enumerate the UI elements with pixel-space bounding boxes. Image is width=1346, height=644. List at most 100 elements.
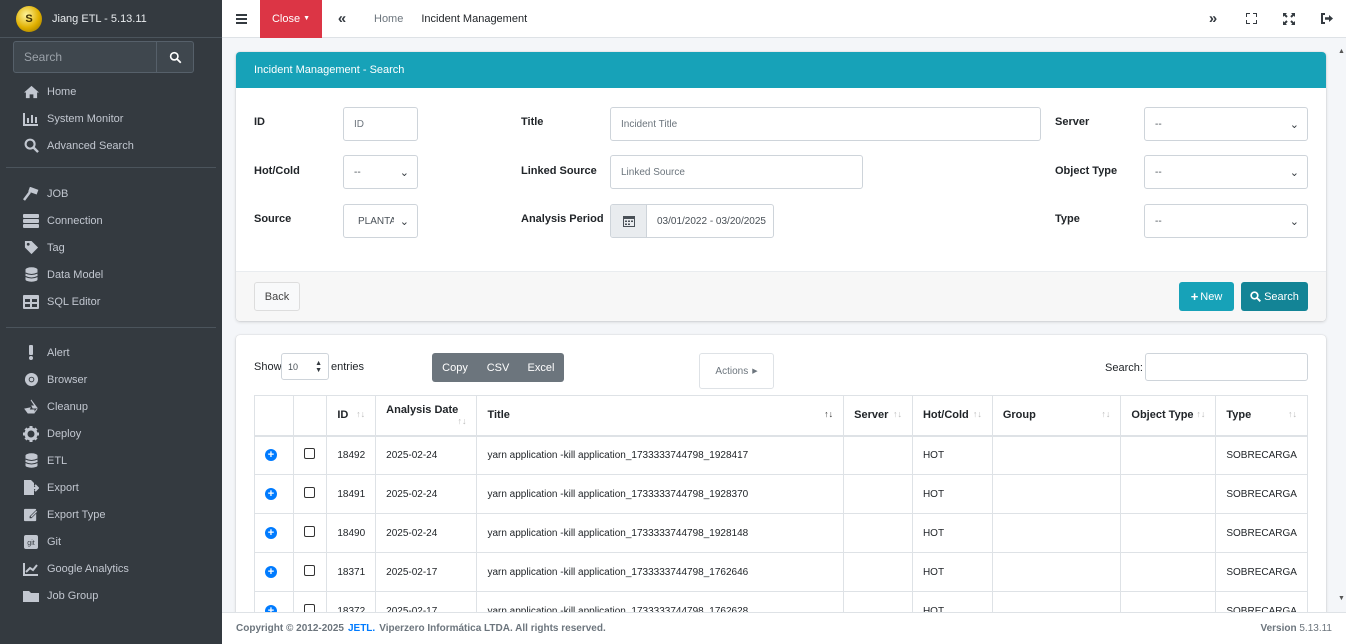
hotcold-select[interactable]: -- ⌄: [343, 155, 418, 189]
type-select[interactable]: -- ⌄: [1144, 204, 1308, 238]
sidebar-item-connection[interactable]: Connection: [0, 207, 222, 234]
close-tabs-button[interactable]: Close ▼: [260, 0, 322, 38]
sidebar-search-input[interactable]: [13, 41, 157, 73]
sidebar-item-system-monitor[interactable]: System Monitor: [0, 105, 222, 132]
sidebar-item-home[interactable]: Home: [0, 78, 222, 105]
entries-select[interactable]: 10 ▲ ▼: [281, 353, 329, 380]
sidebar-item-sql-editor[interactable]: SQL Editor: [0, 288, 222, 315]
sidebar-item-tag[interactable]: Tag: [0, 234, 222, 261]
scroll-tabs-left-button[interactable]: «: [322, 0, 362, 38]
column-header-server[interactable]: Server ↑↓: [843, 395, 913, 437]
search-button[interactable]: Search: [1241, 282, 1308, 311]
csv-button[interactable]: CSV: [478, 353, 518, 382]
select-cell[interactable]: [292, 435, 328, 475]
back-button[interactable]: Back: [254, 282, 300, 311]
scroll-up-arrow-icon[interactable]: ▲: [1338, 48, 1345, 55]
plus-circle-icon[interactable]: +: [265, 488, 277, 500]
chevron-down-icon: ⌄: [1289, 118, 1299, 131]
sidebar-item-export-type[interactable]: Export Type: [0, 501, 222, 528]
select-cell[interactable]: [292, 552, 328, 592]
column-header-type[interactable]: Type ↑↓: [1215, 395, 1308, 437]
id-input[interactable]: ID: [343, 107, 418, 141]
fullscreen-button[interactable]: [1232, 0, 1270, 38]
sidebar-item-label: Export Type: [47, 508, 106, 521]
sidebar-item-job[interactable]: JOB: [0, 180, 222, 207]
cell-date: 2025-02-17: [375, 552, 478, 592]
column-header-hot-cold[interactable]: Hot/Cold ↑↓: [911, 395, 993, 437]
row-checkbox[interactable]: [303, 487, 315, 498]
actions-button[interactable]: Actions ▶: [699, 353, 774, 389]
sidebar-item-cleanup[interactable]: Cleanup: [0, 393, 222, 420]
sidebar-item-label: Data Model: [47, 268, 104, 281]
database-icon: [22, 267, 40, 282]
sidebar-item-git[interactable]: git Git: [0, 528, 222, 555]
sidebar-item-label: Tag: [47, 241, 65, 254]
row-checkbox[interactable]: [303, 565, 315, 576]
table-row[interactable]: + 18492 2025-02-24 yarn application -kil…: [254, 435, 1308, 475]
linked-source-input[interactable]: Linked Source: [610, 155, 863, 189]
select-cell[interactable]: [292, 474, 328, 514]
server-icon: [22, 213, 40, 228]
breadcrumb-current[interactable]: Incident Management: [421, 13, 527, 25]
source-select[interactable]: PLANTA ⌄: [343, 204, 418, 238]
title-input[interactable]: Incident Title: [610, 107, 1041, 141]
sort-icon: ↑↓: [356, 409, 366, 420]
maximize-tab-button[interactable]: [1270, 0, 1308, 38]
sidebar-item-job-group[interactable]: Job Group: [0, 582, 222, 609]
plus-circle-icon[interactable]: +: [265, 527, 277, 539]
server-label: Server: [1055, 116, 1090, 128]
linked-source-label: Linked Source: [521, 165, 597, 177]
sidebar-item-label: Connection: [47, 214, 103, 227]
page-scrollbar[interactable]: ▲ ▼: [1338, 38, 1346, 612]
logo-letter: S: [25, 12, 33, 25]
sidebar-item-export[interactable]: Export: [0, 474, 222, 501]
table-row[interactable]: + 18490 2025-02-24 yarn application -kil…: [254, 513, 1308, 553]
table-search-input[interactable]: [1145, 353, 1308, 381]
expand-cell[interactable]: +: [254, 513, 294, 553]
column-header-analysis-date[interactable]: Analysis Date ↑↓: [375, 395, 478, 437]
column-header-id[interactable]: ID ↑↓: [326, 395, 377, 437]
new-button[interactable]: + New: [1179, 282, 1234, 311]
server-select[interactable]: -- ⌄: [1144, 107, 1308, 141]
footer-brand-link[interactable]: JETL.: [348, 623, 375, 634]
top-navbar: Close ▼ « Home Incident Management »: [222, 0, 1346, 38]
sidebar-item-advanced-search[interactable]: Advanced Search: [0, 132, 222, 159]
brand[interactable]: S Jiang ETL - 5.13.11: [0, 0, 222, 38]
expand-cell[interactable]: +: [254, 552, 294, 592]
calendar-button[interactable]: [611, 205, 647, 237]
scroll-tabs-right-button[interactable]: »: [1194, 0, 1232, 38]
sidebar-search-button[interactable]: [157, 41, 194, 73]
copy-button[interactable]: Copy: [432, 353, 478, 382]
menu-toggle-button[interactable]: [222, 0, 260, 38]
sidebar-item-etl[interactable]: ETL: [0, 447, 222, 474]
table-row[interactable]: + 18371 2025-02-17 yarn application -kil…: [254, 552, 1308, 592]
row-checkbox[interactable]: [303, 526, 315, 537]
cell-id: 18490: [326, 513, 377, 553]
sidebar-item-browser[interactable]: Browser: [0, 366, 222, 393]
column-header-object-type[interactable]: Object Type ↑↓: [1120, 395, 1217, 437]
expand-cell[interactable]: +: [254, 435, 294, 475]
cell-date: 2025-02-24: [375, 435, 478, 475]
column-title: ID: [337, 409, 349, 422]
cell-server: [843, 474, 913, 514]
scroll-down-arrow-icon[interactable]: ▼: [1338, 595, 1345, 602]
select-cell[interactable]: [292, 513, 328, 553]
logout-button[interactable]: [1308, 0, 1346, 38]
expand-cell[interactable]: +: [254, 474, 294, 514]
analysis-period-input[interactable]: 03/01/2022 - 03/20/2025: [647, 205, 773, 237]
row-checkbox[interactable]: [303, 448, 315, 460]
git-icon: git: [22, 534, 40, 549]
sidebar-item-google-analytics[interactable]: Google Analytics: [0, 555, 222, 582]
cell-title: yarn application -kill application_17333…: [476, 552, 845, 592]
table-row[interactable]: + 18491 2025-02-24 yarn application -kil…: [254, 474, 1308, 514]
plus-circle-icon[interactable]: +: [265, 566, 277, 578]
plus-circle-icon[interactable]: +: [265, 449, 277, 462]
column-header-group[interactable]: Group ↑↓: [991, 395, 1122, 437]
sidebar-item-deploy[interactable]: Deploy: [0, 420, 222, 447]
object-type-select[interactable]: -- ⌄: [1144, 155, 1308, 189]
column-header-title[interactable]: Title ↑↓: [476, 395, 845, 437]
sidebar-item-alert[interactable]: Alert: [0, 339, 222, 366]
sidebar-item-data-model[interactable]: Data Model: [0, 261, 222, 288]
excel-button[interactable]: Excel: [518, 353, 564, 382]
breadcrumb-home[interactable]: Home: [374, 13, 403, 25]
